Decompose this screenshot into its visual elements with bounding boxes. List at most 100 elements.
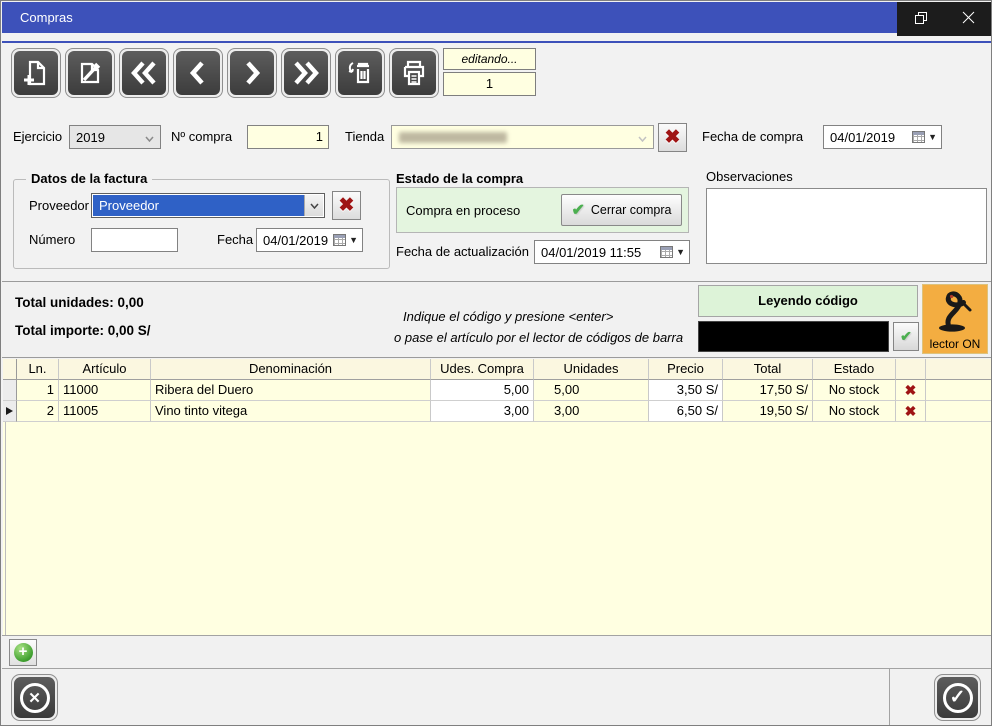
restore-icon — [915, 12, 927, 27]
add-row-strip: + — [2, 635, 992, 668]
factura-fecha-datepicker[interactable]: 04/01/2019 ▼ — [256, 228, 363, 252]
table-empty-area — [3, 422, 991, 635]
cell-estado: No stock — [813, 401, 896, 422]
tienda-select[interactable] — [391, 125, 654, 149]
first-record-icon — [122, 51, 166, 95]
cell-udes-compra[interactable]: 5,00 — [431, 380, 534, 401]
cell-denominacion[interactable]: Ribera del Duero — [151, 380, 431, 401]
total-importe: Total importe: 0,00 S/ — [15, 323, 151, 338]
num-compra-label: Nº compra — [171, 125, 232, 149]
col-header-ln[interactable]: Ln. — [17, 359, 59, 380]
proveedor-selected-value: Proveedor — [93, 195, 304, 216]
accept-button[interactable]: ✓ — [934, 674, 981, 721]
num-compra-input[interactable]: 1 — [247, 125, 329, 149]
barcode-instructions: Indique el código y presione <enter> o p… — [394, 306, 683, 348]
invoice-group-title: Datos de la factura — [26, 171, 152, 186]
dropdown-arrow-icon: ▼ — [676, 247, 685, 257]
observaciones-label: Observaciones — [706, 167, 793, 187]
calendar-icon — [333, 234, 346, 246]
ejercicio-value: 2019 — [70, 130, 145, 145]
lector-on-label: lector ON — [930, 337, 981, 351]
table-row[interactable]: 2 11005 Vino tinto vitega 3,00 3,00 6,50… — [3, 401, 991, 422]
edit-record-button[interactable] — [65, 48, 115, 98]
col-header-delete — [896, 359, 926, 380]
bottom-bar — [2, 668, 992, 726]
cell-unidades[interactable]: 5,00 — [534, 380, 649, 401]
dropdown-arrow-icon: ▼ — [928, 132, 937, 142]
barcode-input[interactable] — [698, 321, 889, 352]
table-header-row: Ln. Artículo Denominación Udes. Compra U… — [3, 359, 991, 380]
red-x-icon: ✖ — [905, 403, 917, 419]
col-header-estado[interactable]: Estado — [813, 359, 896, 380]
col-header-unidades[interactable]: Unidades — [534, 359, 649, 380]
lector-on-button[interactable]: lector ON — [922, 284, 988, 354]
bottom-bar-divider — [889, 669, 890, 726]
barcode-scanner-icon — [934, 289, 976, 336]
proveedor-select[interactable]: Proveedor — [91, 193, 325, 218]
cell-precio[interactable]: 6,50 S/ — [649, 401, 723, 422]
cell-total[interactable]: 19,50 S/ — [723, 401, 813, 422]
total-unidades: Total unidades: 0,00 — [15, 295, 144, 310]
delete-row-button[interactable]: ✖ — [896, 380, 926, 401]
fecha-compra-datepicker[interactable]: 04/01/2019 ▼ — [823, 125, 942, 149]
close-button[interactable] — [945, 2, 992, 36]
fecha-actualizacion-label: Fecha de actualización — [396, 240, 529, 264]
chevron-down-icon — [304, 195, 323, 216]
delete-record-button[interactable] — [335, 48, 385, 98]
clear-proveedor-button[interactable]: ✖ — [332, 191, 361, 220]
last-record-button[interactable] — [281, 48, 331, 98]
record-number-badge: 1 — [443, 72, 536, 96]
print-button[interactable] — [389, 48, 439, 98]
cell-udes-compra[interactable]: 3,00 — [431, 401, 534, 422]
tienda-label: Tienda — [345, 125, 384, 149]
numero-label: Número — [29, 228, 75, 252]
accept-check-icon: ✓ — [943, 683, 973, 713]
ejercicio-select[interactable]: 2019 — [69, 125, 161, 149]
confirm-code-button[interactable]: ✔ — [893, 322, 919, 351]
estado-panel: Compra en proceso ✔ Cerrar compra — [396, 187, 689, 233]
first-record-button[interactable] — [119, 48, 169, 98]
col-header-total[interactable]: Total — [723, 359, 813, 380]
next-record-button[interactable] — [227, 48, 277, 98]
cell-unidades[interactable]: 3,00 — [534, 401, 649, 422]
cerrar-compra-button[interactable]: ✔ Cerrar compra — [561, 194, 682, 226]
delete-row-button[interactable]: ✖ — [896, 401, 926, 422]
new-record-button[interactable] — [11, 48, 61, 98]
previous-record-button[interactable] — [173, 48, 223, 98]
add-row-button[interactable]: + — [9, 639, 37, 666]
numero-input[interactable] — [91, 228, 178, 252]
table-row[interactable]: 1 11000 Ribera del Duero 5,00 5,00 3,50 … — [3, 380, 991, 401]
col-header-denominacion[interactable]: Denominación — [151, 359, 431, 380]
fecha-actualizacion-datepicker[interactable]: 04/01/2019 11:55 ▼ — [534, 240, 690, 264]
cell-ln[interactable]: 2 — [17, 401, 59, 422]
cell-articulo[interactable]: 11005 — [59, 401, 151, 422]
accent-line — [2, 41, 992, 43]
cell-precio[interactable]: 3,50 S/ — [649, 380, 723, 401]
row-selector-current[interactable] — [3, 401, 17, 422]
check-icon: ✔ — [572, 200, 585, 220]
cell-estado: No stock — [813, 380, 896, 401]
tienda-redacted-value — [399, 132, 507, 143]
fecha-compra-label: Fecha de compra — [702, 125, 803, 149]
col-header-udes-compra[interactable]: Udes. Compra — [431, 359, 534, 380]
ejercicio-label: Ejercicio — [13, 125, 62, 149]
restore-button[interactable] — [897, 2, 945, 36]
red-x-icon: ✖ — [905, 382, 917, 398]
row-selector[interactable] — [3, 380, 17, 401]
cell-articulo[interactable]: 11000 — [59, 380, 151, 401]
cell-total[interactable]: 17,50 S/ — [723, 380, 813, 401]
cancel-button[interactable]: ✕ — [11, 674, 58, 721]
chevron-down-icon — [638, 130, 647, 145]
observaciones-textarea[interactable] — [706, 188, 987, 264]
window-controls — [897, 2, 992, 36]
col-header-articulo[interactable]: Artículo — [59, 359, 151, 380]
col-header-precio[interactable]: Precio — [649, 359, 723, 380]
close-icon — [962, 11, 975, 27]
next-record-icon — [230, 51, 274, 95]
estado-group-title: Estado de la compra — [396, 171, 523, 186]
cell-ln[interactable]: 1 — [17, 380, 59, 401]
window-title: Compras — [20, 10, 73, 25]
cell-denominacion[interactable]: Vino tinto vitega — [151, 401, 431, 422]
clear-tienda-button[interactable]: ✖ — [658, 123, 687, 152]
editing-status-badge: editando... — [443, 48, 536, 70]
